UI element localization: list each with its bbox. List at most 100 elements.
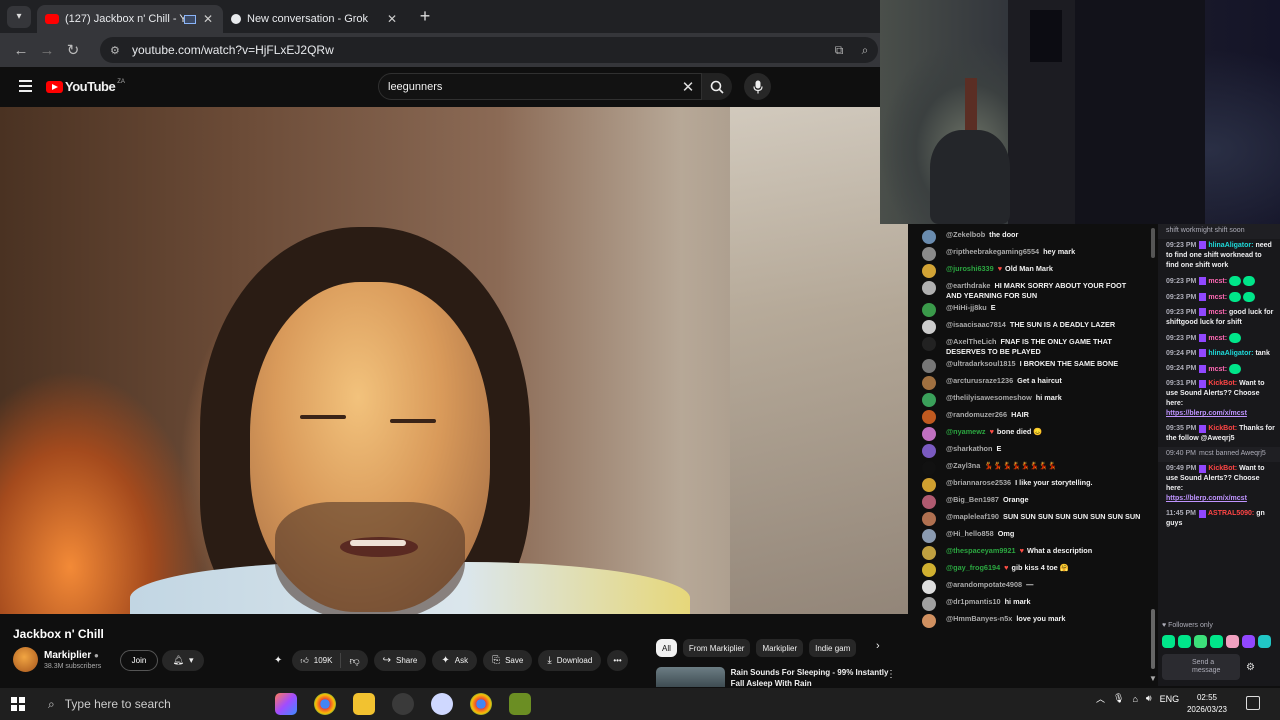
video-thumbnail[interactable] xyxy=(656,667,725,687)
chat-username[interactable]: @mapleleaf190 xyxy=(946,512,999,521)
emote-icon[interactable] xyxy=(1162,635,1175,648)
forward-icon[interactable]: → xyxy=(34,42,60,59)
chat-avatar[interactable] xyxy=(922,427,936,441)
chat-username[interactable]: @HmmBanyes-n5x xyxy=(946,614,1012,623)
chat-avatar[interactable] xyxy=(922,597,936,611)
emote-icon[interactable] xyxy=(1194,635,1207,648)
menu-icon[interactable] xyxy=(19,80,32,95)
recommended-title[interactable]: Rain Sounds For Sleeping - 99% Instantly… xyxy=(731,667,896,688)
chat-username[interactable]: @gay_frog6194 xyxy=(946,563,1000,572)
chat-avatar[interactable] xyxy=(922,359,936,373)
chat-avatar[interactable] xyxy=(922,495,936,509)
tab-grok[interactable]: New conversation - Grok ✕ xyxy=(223,5,407,33)
chat-username[interactable]: @earthdrake xyxy=(946,281,990,290)
save-button[interactable]: ⎘ Save xyxy=(483,650,533,671)
file-explorer-icon[interactable] xyxy=(353,693,375,715)
address-bar[interactable]: ⚙ youtube.com/watch?v=HjFLxEJ2QRw ⧉ ⌕ xyxy=(100,37,878,63)
chat-scrollbar[interactable]: ▼ xyxy=(1148,224,1158,686)
chrome-icon[interactable] xyxy=(314,693,336,715)
chat-username[interactable]: KickBot: xyxy=(1208,465,1237,472)
chat-avatar[interactable] xyxy=(922,563,936,577)
emote-icon[interactable] xyxy=(1226,635,1239,648)
zoom-icon[interactable]: ⌕ xyxy=(852,43,878,58)
chat-username[interactable]: hlinaAligator: xyxy=(1208,350,1253,357)
install-app-icon[interactable]: ⧉ xyxy=(826,43,852,58)
chat-username[interactable]: KickBot: xyxy=(1208,380,1237,387)
chat-avatar[interactable] xyxy=(922,230,936,244)
chat-avatar[interactable] xyxy=(922,247,936,261)
chat-avatar[interactable] xyxy=(922,546,936,560)
chat-link[interactable]: https://blerp.com/x/mcst xyxy=(1166,410,1247,417)
chevron-up-icon[interactable]: ︿ xyxy=(1096,692,1105,705)
notification-icon[interactable] xyxy=(1246,696,1260,710)
language-indicator[interactable]: ENG xyxy=(1160,694,1180,704)
new-tab-button[interactable]: + xyxy=(413,6,437,27)
chip-from-markiplier[interactable]: From Markiplier xyxy=(682,639,751,657)
download-button[interactable]: ⤓ Download xyxy=(538,650,602,671)
chat-username[interactable]: mcst: xyxy=(1208,294,1227,301)
tab-search-dropdown[interactable]: ▾ xyxy=(7,5,31,28)
ask-button[interactable]: ✦ Ask xyxy=(432,650,478,671)
chat-username[interactable]: @randomuzer266 xyxy=(946,410,1007,419)
microphone-icon[interactable]: 🎙︎ xyxy=(1113,693,1124,704)
video-player[interactable] xyxy=(0,107,908,614)
more-actions-button[interactable]: ••• xyxy=(607,650,628,671)
chat-avatar[interactable] xyxy=(922,376,936,390)
chat-username[interactable]: mcst: xyxy=(1208,309,1227,316)
chat-username[interactable]: @sharkathon xyxy=(946,444,992,453)
chat-username[interactable]: @arcturusraze1236 xyxy=(946,376,1013,385)
chat-username[interactable]: mcst: xyxy=(1208,365,1227,372)
emote-icon[interactable] xyxy=(1242,635,1255,648)
emote-icon[interactable] xyxy=(1178,635,1191,648)
chat-username[interactable]: ASTRAL5090: xyxy=(1208,510,1254,517)
chat-username[interactable]: mcst: xyxy=(1208,335,1227,342)
chat-link[interactable]: https://blerp.com/x/mcst xyxy=(1166,495,1247,502)
chip-markiplier[interactable]: Markiplier xyxy=(756,639,804,657)
network-icon[interactable]: ⌂ xyxy=(1132,694,1137,704)
recommended-video[interactable]: Rain Sounds For Sleeping - 99% Instantly… xyxy=(656,667,896,688)
chat-username[interactable]: @AxelTheLich xyxy=(946,337,997,346)
chat-username[interactable]: @riptheebrakegaming6554 xyxy=(946,247,1039,256)
start-icon[interactable] xyxy=(11,697,25,711)
chat-avatar[interactable] xyxy=(922,580,936,594)
chat-avatar[interactable] xyxy=(922,444,936,458)
emote-icon[interactable] xyxy=(1258,635,1271,648)
reload-icon[interactable]: ↻ xyxy=(60,41,86,59)
emote-icon[interactable] xyxy=(1210,635,1223,648)
close-tab-icon[interactable]: ✕ xyxy=(385,12,399,26)
chat-username[interactable]: @juroshi6339 xyxy=(946,264,994,273)
chat-username[interactable]: KickBot: xyxy=(1208,425,1237,432)
chat-username[interactable]: @arandompotate4908 xyxy=(946,580,1022,589)
voice-search-button[interactable] xyxy=(744,73,771,100)
join-button[interactable]: Join xyxy=(120,650,158,671)
clock[interactable]: 02:55 2026/03/23 xyxy=(1184,692,1230,716)
youtube-logo[interactable]: YouTube ZA xyxy=(46,79,125,94)
close-tab-icon[interactable]: ✕ xyxy=(201,12,215,26)
channel-name[interactable]: Markiplier ● xyxy=(44,650,101,661)
chat-username[interactable]: @thelilyisawesomeshow xyxy=(946,393,1032,402)
chat-username[interactable]: @nyamewz xyxy=(946,427,986,436)
chat-username[interactable]: @HiHi-jj8ku xyxy=(946,303,987,312)
chat-username[interactable]: @Zekelbob xyxy=(946,230,985,239)
chat-username[interactable]: @Zayl3na xyxy=(946,461,980,470)
site-info-icon[interactable]: ⚙ xyxy=(110,44,124,57)
chat-username[interactable]: @dr1pmantis10 xyxy=(946,597,1001,606)
chat-avatar[interactable] xyxy=(922,320,936,334)
chat-avatar[interactable] xyxy=(922,337,936,351)
like-button[interactable]: 👍︎ 109K xyxy=(292,653,342,668)
subscribed-bell-button[interactable]: 🔔︎ ▾ xyxy=(162,650,204,671)
clip-button[interactable]: ✦ xyxy=(270,650,286,671)
chat-username[interactable]: @Big_Ben1987 xyxy=(946,495,999,504)
chat-avatar[interactable] xyxy=(922,393,936,407)
clear-search-icon[interactable]: ✕ xyxy=(675,78,701,96)
chat-avatar[interactable] xyxy=(922,614,936,628)
chat-avatar[interactable] xyxy=(922,512,936,526)
chat-avatar[interactable] xyxy=(922,264,936,278)
chip-all[interactable]: All xyxy=(656,639,677,657)
chat-avatar[interactable] xyxy=(922,281,936,295)
app-icon[interactable] xyxy=(431,693,453,715)
tab-youtube[interactable]: (127) Jackbox n' Chill - YouTube ✕ xyxy=(37,5,223,33)
chat-username[interactable]: @thespaceyam9921 xyxy=(946,546,1016,555)
chat-avatar[interactable] xyxy=(922,461,936,475)
chat-username[interactable]: mcst: xyxy=(1208,278,1227,285)
